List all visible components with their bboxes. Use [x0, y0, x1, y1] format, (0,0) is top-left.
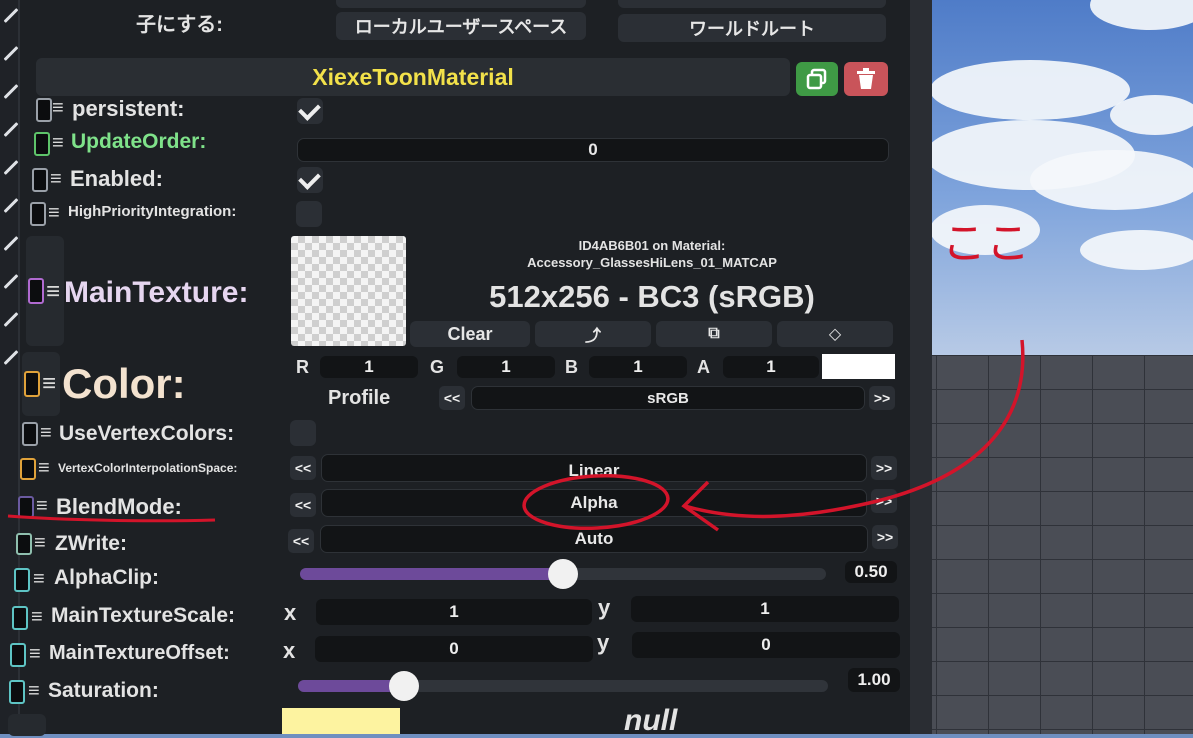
underline-mark — [7, 514, 216, 523]
arrow-line — [684, 339, 1025, 519]
koko-annotation: ここ — [942, 218, 1030, 269]
annotation-overlay: ここ — [7, 218, 1030, 532]
circle-mark — [522, 474, 670, 530]
